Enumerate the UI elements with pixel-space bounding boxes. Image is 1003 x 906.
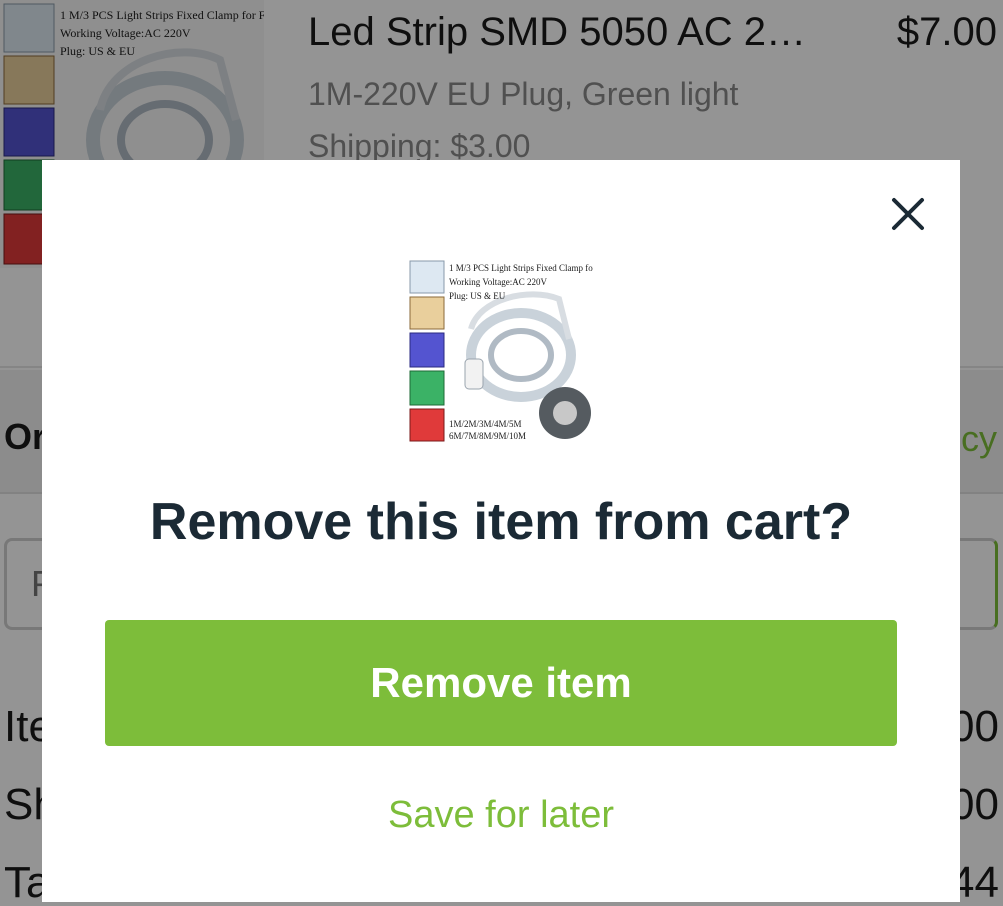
close-button[interactable] <box>884 190 932 238</box>
image-caption-line: 1 M/3 PCS Light Strips Fixed Clamp for F… <box>449 263 593 273</box>
image-length-line: 6M/7M/8M/9M/10M <box>449 431 527 441</box>
dialog-title: Remove this item from cart? <box>149 493 853 551</box>
save-for-later-button[interactable]: Save for later <box>105 790 897 840</box>
close-icon <box>892 198 924 230</box>
image-caption-line: Working Voltage:AC 220V <box>449 277 547 287</box>
remove-item-button[interactable]: Remove item <box>105 620 897 746</box>
dialog-product-image: 1 M/3 PCS Light Strips Fixed Clamp for F… <box>409 259 593 445</box>
image-caption-line: Plug: US & EU <box>449 291 506 301</box>
image-length-line: 1M/2M/3M/4M/5M <box>449 419 522 429</box>
